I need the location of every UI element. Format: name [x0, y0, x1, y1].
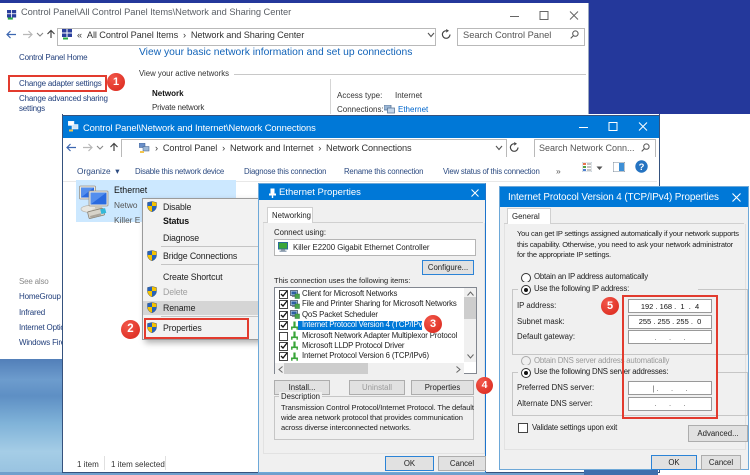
- svg-text:?: ?: [639, 162, 645, 173]
